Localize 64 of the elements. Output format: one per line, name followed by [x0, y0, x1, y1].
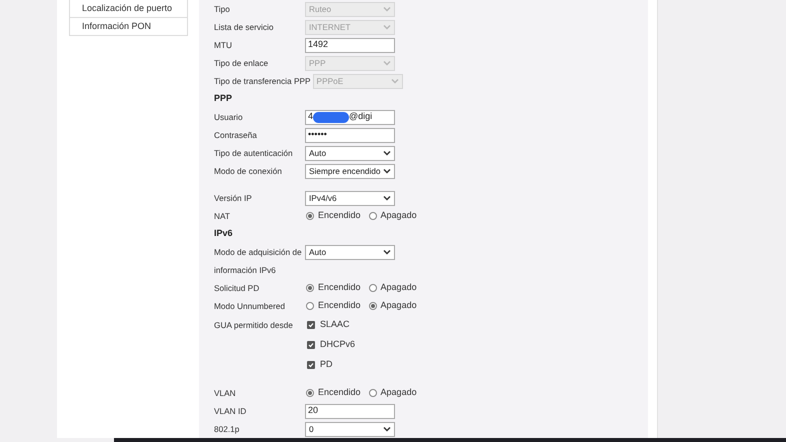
- field-label: Tipo de transferencia PPP: [214, 74, 312, 88]
- field-label: Tipo: [214, 2, 231, 16]
- section-heading: IPv6: [214, 227, 233, 240]
- checkbox[interactable]: [307, 321, 315, 329]
- field-label: VLAN: [214, 386, 237, 400]
- field-label: Versión IP: [214, 192, 253, 204]
- field-label: Lista de servicio: [214, 20, 274, 34]
- caret-icon: [383, 24, 391, 30]
- field-label: Modo de adquisición de: [214, 246, 303, 258]
- radio-option[interactable]: Apagado: [368, 299, 417, 313]
- radio-option[interactable]: Apagado: [368, 281, 417, 295]
- radio-button[interactable]: [306, 389, 314, 397]
- checkbox-option[interactable]: PD: [305, 358, 333, 372]
- field-label: 802.1p: [214, 422, 240, 436]
- radio-option[interactable]: Encendido: [306, 281, 361, 295]
- field-label: VLAN ID: [214, 404, 248, 418]
- input-field[interactable]: 4 @digi: [305, 110, 395, 124]
- checkbox-option[interactable]: SLAAC: [305, 318, 350, 332]
- field-label: Tipo de autenticación: [214, 146, 294, 160]
- checkbox-option[interactable]: DHCPv6: [305, 338, 356, 352]
- field-label: Solicitud PD: [214, 282, 260, 294]
- radio-button[interactable]: [306, 302, 314, 310]
- field-label: Modo de conexión: [214, 164, 283, 178]
- radio-option[interactable]: Apagado: [368, 386, 417, 400]
- caret-icon: [383, 249, 391, 255]
- caret-icon: [383, 60, 391, 66]
- redaction-mark: [313, 112, 350, 122]
- radio-option[interactable]: Encendido: [306, 299, 361, 313]
- radio-option[interactable]: Encendido: [306, 209, 361, 223]
- field-label: Usuario: [214, 110, 244, 124]
- caret-icon: [383, 150, 391, 156]
- field-label: Contraseña: [214, 128, 258, 142]
- radio-button[interactable]: [368, 212, 377, 220]
- select-field[interactable]: Auto: [305, 146, 395, 160]
- radio-button[interactable]: [306, 284, 314, 292]
- checkbox[interactable]: [307, 361, 315, 369]
- input-field[interactable]: 1492: [305, 38, 395, 52]
- select-field[interactable]: 0: [305, 422, 395, 436]
- section-heading: PPP: [214, 92, 232, 106]
- caret-icon: [390, 78, 399, 84]
- caret-icon: [383, 168, 391, 174]
- radio-button[interactable]: [306, 212, 314, 220]
- field-label: GUA permitido desde: [214, 318, 294, 332]
- radio-button[interactable]: [368, 284, 377, 292]
- field-label: Tipo de enlace: [214, 56, 270, 70]
- select-field[interactable]: Siempre encendido: [305, 164, 395, 178]
- sidebar-item[interactable]: Información PON: [69, 18, 188, 36]
- field-label: MTU: [214, 38, 233, 52]
- field-label: información IPv6: [214, 264, 277, 276]
- radio-option[interactable]: Apagado: [368, 209, 417, 223]
- caret-icon: [383, 6, 391, 12]
- input-field[interactable]: ••••••: [305, 128, 395, 142]
- field-label: NAT: [214, 210, 231, 222]
- radio-button[interactable]: [368, 389, 377, 397]
- checkbox[interactable]: [307, 341, 315, 349]
- select-field[interactable]: IPv4/v6: [305, 190, 395, 206]
- caret-icon: [383, 426, 391, 432]
- radio-button[interactable]: [368, 302, 377, 310]
- caret-icon: [383, 195, 391, 201]
- input-field[interactable]: 20: [305, 404, 395, 418]
- radio-option[interactable]: Encendido: [306, 386, 361, 400]
- select-field[interactable]: Auto: [305, 244, 395, 260]
- sidebar-item[interactable]: Localización de puerto: [69, 0, 188, 18]
- field-label: Modo Unnumbered: [214, 300, 286, 312]
